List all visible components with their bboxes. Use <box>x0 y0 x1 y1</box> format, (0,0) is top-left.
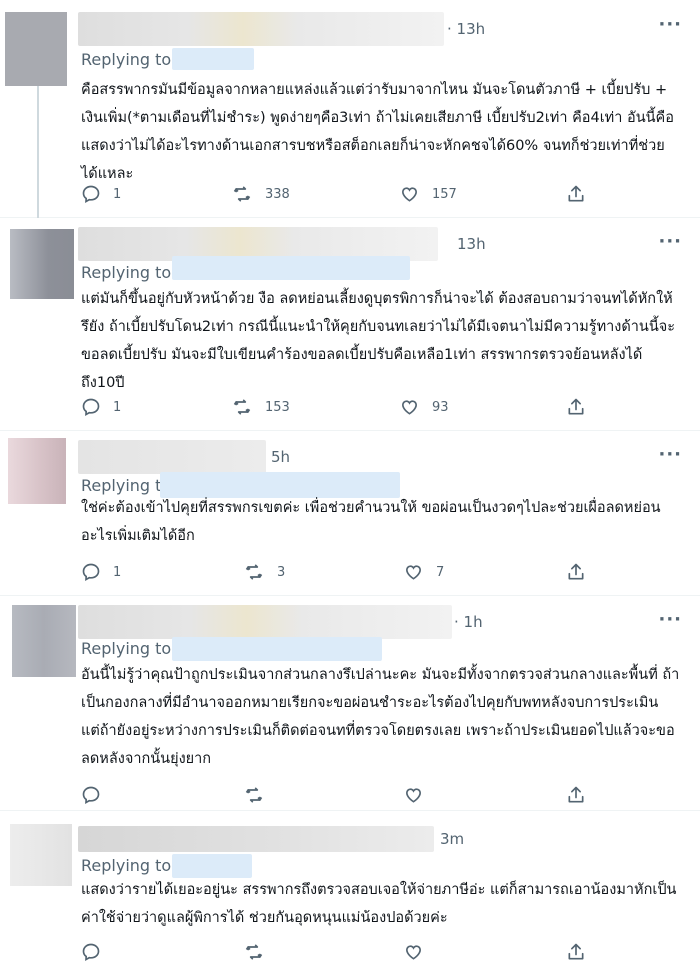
timestamp[interactable]: 3m <box>440 830 464 848</box>
retweet-button[interactable] <box>243 942 265 962</box>
like-count: 7 <box>436 564 445 580</box>
reply-icon <box>82 398 100 416</box>
retweet-count: 3 <box>277 564 286 580</box>
heart-icon <box>405 788 422 803</box>
reply-button[interactable]: 1 <box>81 397 121 417</box>
like-button[interactable]: 157 <box>399 184 457 204</box>
author-name-redacted[interactable] <box>78 440 266 474</box>
like-button[interactable] <box>403 942 424 962</box>
avatar[interactable] <box>10 229 74 299</box>
replying-handle-redacted[interactable] <box>172 637 382 661</box>
thread-line <box>37 86 39 218</box>
replying-handle-redacted[interactable] <box>172 854 252 878</box>
share-icon <box>568 398 584 415</box>
reply-text: คือสรรพากรมันมีข้อมูลจากหลายแหล่งแล้วแต่… <box>81 82 674 182</box>
reply-text: ใช่ค่ะต้องเข้าไปคุยที่สรรพกรเขตค่ะ เพื่อ… <box>81 500 661 544</box>
like-button[interactable]: 7 <box>403 562 444 582</box>
reply-icon <box>82 563 100 581</box>
like-count: 157 <box>432 186 457 202</box>
share-button[interactable] <box>566 184 586 204</box>
more-icon[interactable]: ··· <box>658 446 682 464</box>
reply-text: แสดงว่ารายได้เยอะอยู่นะ สรรพากรถึงตรวจสอ… <box>81 882 677 926</box>
reply-icon <box>82 185 100 203</box>
heart-icon <box>401 187 418 202</box>
retweet-count: 338 <box>265 186 290 202</box>
heart-icon <box>401 400 418 415</box>
reply-item[interactable]: · 1h ··· Replying to อันนี้ไม่รู้ว่าคุณป… <box>0 597 700 811</box>
timestamp[interactable]: · 13h <box>447 20 485 38</box>
share-button[interactable] <box>566 785 586 805</box>
share-icon <box>568 563 584 580</box>
avatar[interactable] <box>8 438 66 504</box>
timestamp[interactable]: 5h <box>271 448 290 466</box>
avatar[interactable] <box>12 605 76 677</box>
replying-to-label: Replying to <box>81 263 172 282</box>
replying-handle-redacted[interactable] <box>172 256 410 280</box>
like-count: 93 <box>432 399 449 415</box>
retweet-count: 153 <box>265 399 290 415</box>
replying-to-label: Replying to <box>81 50 172 69</box>
more-icon[interactable]: ··· <box>658 16 682 34</box>
more-icon[interactable]: ··· <box>658 611 682 629</box>
retweet-icon <box>245 787 263 803</box>
retweet-button[interactable] <box>243 785 265 805</box>
replying-handle-redacted[interactable] <box>172 48 254 70</box>
heart-icon <box>405 565 422 580</box>
replying-to-label: Replying to <box>81 856 172 875</box>
replying-to-label: Replying to <box>81 476 172 495</box>
reply-text: อันนี้ไม่รู้ว่าคุณป้าถูกประเมินจากส่วนกล… <box>81 667 680 767</box>
reply-count: 1 <box>113 399 122 415</box>
retweet-icon <box>233 399 251 415</box>
share-icon <box>568 786 584 803</box>
reply-icon <box>82 943 100 961</box>
reply-item[interactable]: 13h ··· Replying to แต่มันก็ขึ้นอยู่กับห… <box>0 219 700 431</box>
share-icon <box>568 943 584 960</box>
avatar[interactable] <box>10 824 72 886</box>
retweet-icon <box>245 944 263 960</box>
reply-count: 1 <box>113 186 122 202</box>
retweet-button[interactable]: 338 <box>231 184 290 204</box>
heart-icon <box>405 945 422 960</box>
reply-item[interactable]: 5h ··· Replying to ใช่ค่ะต้องเข้าไปคุยที… <box>0 432 700 596</box>
share-button[interactable] <box>566 562 586 582</box>
share-button[interactable] <box>566 397 586 417</box>
author-name-redacted[interactable] <box>78 12 444 46</box>
author-name-redacted[interactable] <box>78 826 434 852</box>
like-button[interactable] <box>403 785 424 805</box>
like-button[interactable]: 93 <box>399 397 449 417</box>
retweet-icon <box>245 564 263 580</box>
timestamp[interactable]: 13h <box>457 235 486 253</box>
timestamp[interactable]: · 1h <box>454 613 483 631</box>
more-icon[interactable]: ··· <box>658 233 682 251</box>
replying-to-label: Replying to <box>81 639 172 658</box>
reply-item[interactable]: · 13h ··· Replying to คือสรรพากรมันมีข้อ… <box>0 0 700 218</box>
reply-button[interactable] <box>81 785 101 805</box>
reply-text: แต่มันก็ขึ้นอยู่กับหัวหน้าด้วย งือ ลดหย่… <box>81 291 676 391</box>
avatar[interactable] <box>5 12 67 86</box>
share-icon <box>568 185 584 202</box>
retweet-button[interactable]: 3 <box>243 562 285 582</box>
reply-item[interactable]: 3m Replying to แสดงว่ารายได้เยอะอยู่นะ ส… <box>0 812 700 971</box>
reply-button[interactable]: 1 <box>81 184 121 204</box>
reply-button[interactable] <box>81 942 101 962</box>
reply-icon <box>82 786 100 804</box>
reply-count: 1 <box>113 564 122 580</box>
replies-feed: · 13h ··· Replying to คือสรรพากรมันมีข้อ… <box>0 0 700 971</box>
retweet-button[interactable]: 153 <box>231 397 290 417</box>
reply-button[interactable]: 1 <box>81 562 121 582</box>
author-name-redacted[interactable] <box>78 605 452 639</box>
retweet-icon <box>233 186 251 202</box>
share-button[interactable] <box>566 942 586 962</box>
